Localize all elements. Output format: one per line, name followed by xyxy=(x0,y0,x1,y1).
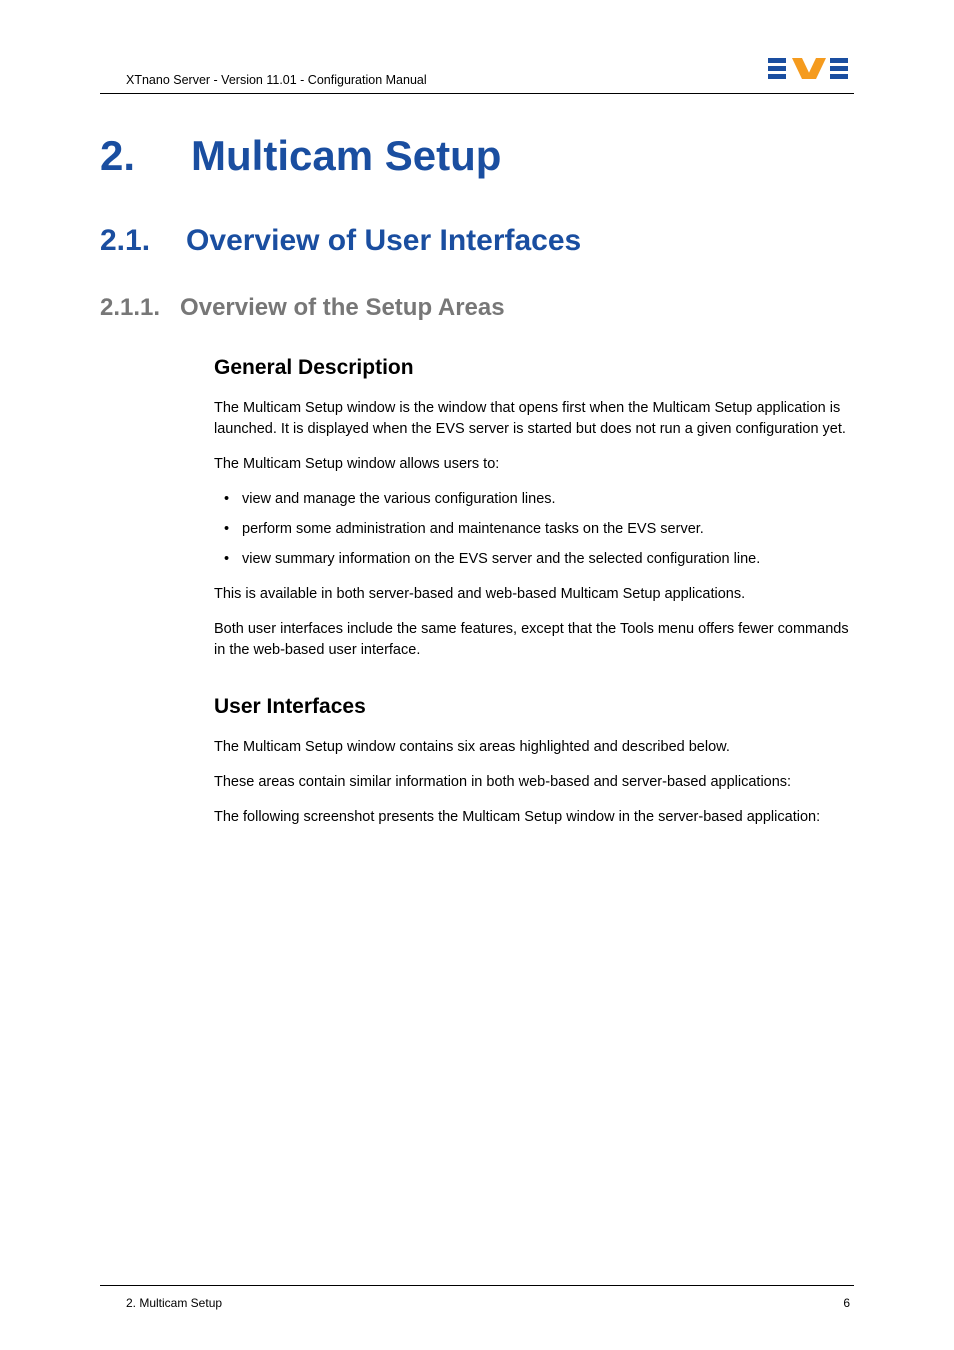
subheading-user-interfaces: User Interfaces xyxy=(214,695,854,719)
heading-3-number: 2.1.1. xyxy=(100,294,160,322)
body-paragraph: Both user interfaces include the same fe… xyxy=(214,619,854,661)
list-item: view and manage the various configuratio… xyxy=(214,489,854,510)
header-breadcrumb: XTnano Server - Version 11.01 - Configur… xyxy=(100,73,427,87)
evs-logo-icon xyxy=(768,56,854,87)
footer-section-label: 2. Multicam Setup xyxy=(100,1296,222,1310)
heading-2-number: 2.1. xyxy=(100,224,150,258)
heading-2: 2.1. Overview of User Interfaces xyxy=(100,224,854,258)
heading-3: 2.1.1. Overview of the Setup Areas xyxy=(100,294,854,322)
body-paragraph: The following screenshot presents the Mu… xyxy=(214,807,854,828)
page-footer: 2. Multicam Setup 6 xyxy=(100,1285,854,1310)
heading-2-title: Overview of User Interfaces xyxy=(186,224,581,258)
heading-1: 2. Multicam Setup xyxy=(100,132,854,180)
body-paragraph: This is available in both server-based a… xyxy=(214,584,854,605)
body-paragraph: The Multicam Setup window is the window … xyxy=(214,398,854,440)
heading-3-title: Overview of the Setup Areas xyxy=(180,294,505,322)
page-header: XTnano Server - Version 11.01 - Configur… xyxy=(100,56,854,94)
bullet-list: view and manage the various configuratio… xyxy=(214,489,854,570)
footer-page-number: 6 xyxy=(843,1296,854,1310)
body-paragraph: The Multicam Setup window contains six a… xyxy=(214,737,854,758)
body-paragraph: These areas contain similar information … xyxy=(214,772,854,793)
list-item: view summary information on the EVS serv… xyxy=(214,549,854,570)
body-paragraph: The Multicam Setup window allows users t… xyxy=(214,454,854,475)
subheading-general-description: General Description xyxy=(214,356,854,380)
heading-1-number: 2. xyxy=(100,132,135,180)
heading-1-title: Multicam Setup xyxy=(191,132,501,180)
list-item: perform some administration and maintena… xyxy=(214,519,854,540)
